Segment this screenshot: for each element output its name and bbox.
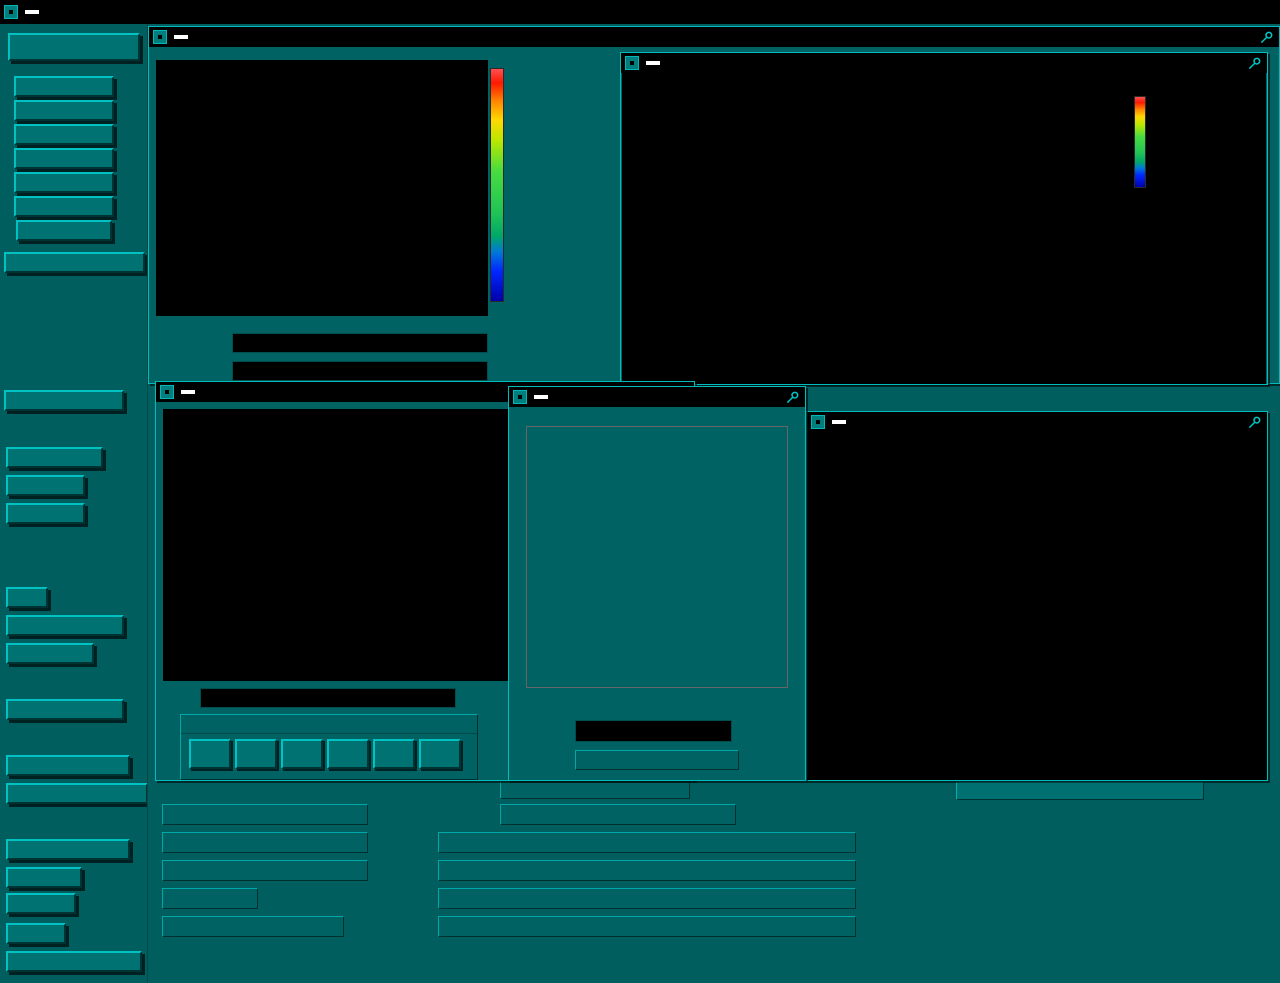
filter-low-wavelen-field[interactable]	[438, 916, 856, 937]
psf-size-field[interactable]	[575, 750, 739, 770]
rms-readout	[232, 361, 488, 381]
window-titlebar[interactable]	[621, 53, 1267, 73]
map-colorbar	[490, 68, 504, 302]
sidebar-button-slope-mag[interactable]	[6, 447, 103, 468]
sidebar-button-process[interactable]	[6, 867, 82, 888]
auto-aperture-field[interactable]	[162, 804, 368, 825]
trim-field[interactable]	[162, 888, 258, 909]
sidebar-button-mtf[interactable]	[6, 587, 48, 608]
sidebar-button-measure-cntrl[interactable]	[4, 252, 145, 273]
pv-readout	[232, 333, 488, 353]
application-window	[0, 0, 1280, 983]
sidebar-button-units[interactable]	[6, 923, 66, 944]
sidebar-button-iso-10110-5[interactable]	[6, 699, 124, 720]
filter-window-size-field[interactable]	[500, 804, 736, 825]
plot3d-window	[806, 411, 1268, 781]
zygo-logo	[25, 10, 39, 14]
sidebar-button-load-data[interactable]	[14, 172, 114, 193]
remove-panel	[180, 714, 478, 780]
window-titlebar[interactable]	[149, 27, 1279, 47]
window-menu-icon[interactable]	[4, 5, 18, 19]
oblique-plot-window	[620, 52, 1268, 385]
sidebar-button-environment-temp[interactable]	[6, 783, 148, 804]
sidebar-button-mtf-profile[interactable]	[6, 615, 124, 636]
sidebar	[0, 24, 148, 983]
zygo-logo	[181, 390, 195, 394]
sidebar-button-save-data[interactable]	[14, 148, 114, 169]
sidebar-button-report[interactable]	[6, 893, 76, 914]
filter-high-freq-field[interactable]	[438, 832, 856, 853]
sidebar-button-sw-profile[interactable]	[4, 390, 124, 411]
sidebar-button-reset[interactable]	[16, 220, 112, 241]
remove-cma-button[interactable]	[373, 739, 415, 769]
remove-ast-button[interactable]	[327, 739, 369, 769]
app-titlebar[interactable]	[0, 0, 1280, 24]
oblique-colorbar	[1134, 96, 1146, 188]
remove-pst-button[interactable]	[189, 739, 231, 769]
profile-pv-readout	[200, 688, 456, 708]
window-menu-icon[interactable]	[153, 30, 167, 44]
zygo-logo	[174, 35, 188, 39]
zygo-logo	[646, 61, 660, 65]
surface-map-canvas[interactable]	[156, 60, 488, 316]
window-menu-icon[interactable]	[160, 385, 174, 399]
sidebar-button-video-monitor[interactable]	[6, 951, 142, 972]
remove-pwr-button[interactable]	[281, 739, 323, 769]
zygo-logo	[534, 395, 548, 399]
remove-buttons-row	[181, 734, 477, 774]
pushpin-icon[interactable]	[1247, 415, 1262, 430]
pushpin-icon[interactable]	[1247, 56, 1262, 71]
psf-canvas[interactable]	[526, 426, 788, 688]
zygo-logo	[832, 420, 846, 424]
window-menu-icon[interactable]	[811, 415, 825, 429]
window-fragment	[956, 782, 1204, 800]
aperture-od-field[interactable]	[162, 832, 368, 853]
remove-tlt-button[interactable]	[235, 739, 277, 769]
sidebar-button-sm-aperture[interactable]	[8, 33, 140, 61]
sidebar-button-mask-data[interactable]	[14, 124, 114, 145]
oblique-canvas[interactable]	[622, 73, 1266, 384]
remove-sa3-button[interactable]	[419, 739, 461, 769]
window-menu-icon[interactable]	[625, 56, 639, 70]
sidebar-button-slope-y[interactable]	[6, 503, 85, 524]
filter-low-freq-field[interactable]	[438, 860, 856, 881]
trim-mode-field[interactable]	[162, 916, 344, 937]
pushpin-icon[interactable]	[1259, 30, 1274, 45]
sidebar-button-synthfringes[interactable]	[6, 755, 130, 776]
psf-window	[508, 386, 806, 781]
window-titlebar[interactable]	[509, 387, 805, 407]
pushpin-icon[interactable]	[785, 390, 800, 405]
sidebar-button-analyze[interactable]	[14, 100, 114, 121]
strehl-readout	[575, 720, 732, 742]
plot3d-canvas[interactable]	[807, 432, 1267, 780]
filter-high-wavelen-field[interactable]	[438, 888, 856, 909]
sidebar-button-zernikes[interactable]	[6, 643, 94, 664]
sidebar-button-measure[interactable]	[14, 76, 114, 97]
window-titlebar[interactable]	[807, 412, 1267, 432]
sidebar-button-analyze-attr[interactable]	[6, 839, 130, 860]
window-menu-icon[interactable]	[513, 390, 527, 404]
filter-trim-field[interactable]	[500, 778, 690, 799]
remove-panel-title	[181, 715, 477, 734]
aperture-id-field[interactable]	[162, 860, 368, 881]
sidebar-button-slope-x[interactable]	[6, 475, 85, 496]
sidebar-button-calibrate[interactable]	[14, 196, 114, 217]
